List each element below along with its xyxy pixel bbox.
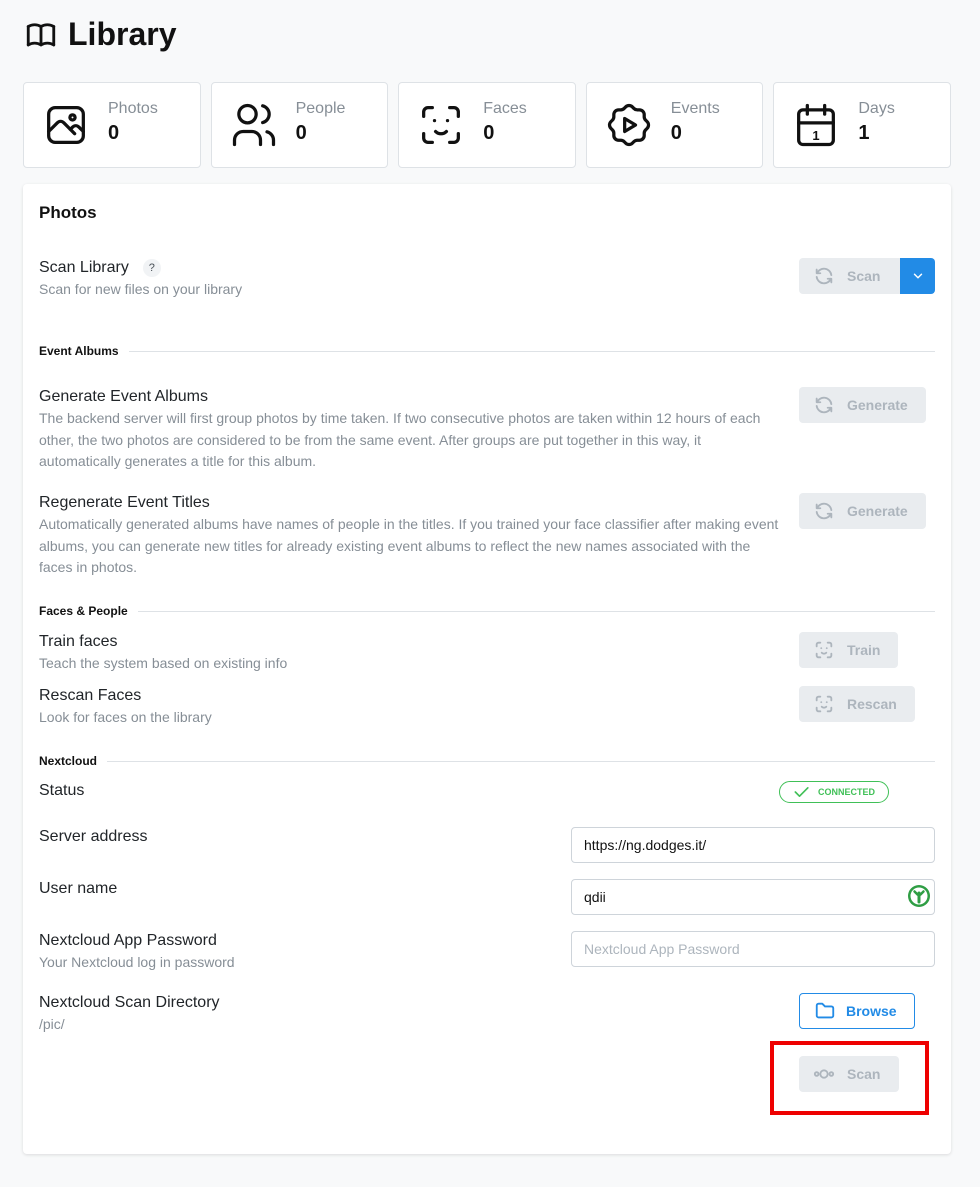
refresh-icon [815, 502, 833, 520]
stat-value: 0 [108, 121, 120, 144]
rosette-play-icon [607, 103, 650, 147]
divider [137, 610, 935, 612]
stat-value: 0 [295, 121, 307, 144]
divider [128, 350, 935, 352]
regenerate-event-titles-button-label: Generate [847, 503, 908, 519]
scan-directory-path: /pic/ [39, 1016, 65, 1032]
rescan-faces-button[interactable]: Rescan [799, 686, 915, 722]
check-icon [794, 787, 809, 798]
password-manager-icon[interactable] [907, 884, 931, 908]
refresh-icon [815, 396, 833, 414]
train-faces-button-label: Train [847, 642, 881, 658]
face-id-icon [422, 106, 461, 144]
train-faces-title: Train faces [39, 633, 118, 650]
generate-event-albums-button-label: Generate [847, 397, 908, 413]
connected-badge: CONNECTED [779, 781, 889, 803]
scan-library-desc: Scan for new files on your library [39, 281, 243, 298]
connected-badge-label: CONNECTED [818, 787, 876, 797]
scan-options-dropdown[interactable] [900, 258, 935, 294]
user-name-title: User name [39, 880, 118, 897]
app-password-row: Nextcloud App Password Your Nextcloud lo… [39, 932, 235, 974]
section-nextcloud-label: Nextcloud [39, 754, 98, 768]
page-title: Library [24, 16, 176, 53]
section-event-albums-label: Event Albums [39, 344, 119, 358]
scan-library-title: Scan Library [39, 259, 129, 277]
stat-label: Photos [108, 99, 158, 117]
regenerate-event-titles-desc: Automatically generated albums have name… [39, 516, 779, 575]
folder-icon [815, 1002, 835, 1019]
photos-settings-card: Photos Scan Library? Scan for new files … [23, 184, 951, 1154]
scan-library-row: Scan Library? Scan for new files on your… [39, 259, 242, 301]
stats-bar: Photos 0 People 0 Faces 0 Events 0 1 Day… [23, 82, 951, 168]
calendar-icon: 1 [797, 103, 836, 147]
app-password-title: Nextcloud App Password [39, 932, 217, 949]
calendar-icon-day: 1 [813, 128, 820, 143]
generate-event-albums-row: Generate Event Albums The backend server… [39, 388, 779, 473]
card-title: Photos [39, 203, 97, 222]
app-password-desc: Your Nextcloud log in password [39, 954, 235, 970]
rescan-faces-row: Rescan Faces Look for faces on the libra… [39, 687, 212, 729]
nextcloud-status-title: Status [39, 782, 85, 799]
stat-days: 1 Days 1 [773, 82, 951, 168]
section-nextcloud: Nextcloud [39, 754, 935, 768]
rescan-faces-title: Rescan Faces [39, 687, 142, 704]
scan-directory-row: Nextcloud Scan Directory /pic/ [39, 994, 220, 1036]
browse-button-label: Browse [846, 1003, 897, 1019]
stat-label: Days [858, 99, 895, 117]
user-name-input[interactable] [571, 879, 935, 915]
stat-label: People [295, 99, 346, 117]
regenerate-event-titles-title: Regenerate Event Titles [39, 494, 210, 511]
app-password-input[interactable] [571, 931, 935, 967]
generate-event-albums-title: Generate Event Albums [39, 388, 208, 405]
page-title-text: Library [68, 16, 177, 52]
train-faces-row: Train faces Teach the system based on ex… [39, 633, 287, 675]
stat-photos: Photos 0 [23, 82, 201, 168]
generate-event-albums-desc: The backend server will first group phot… [39, 410, 761, 469]
stat-people: People 0 [210, 82, 389, 168]
help-icon[interactable]: ? [142, 259, 161, 277]
stat-faces: Faces 0 [398, 82, 576, 168]
section-faces-people: Faces & People [39, 604, 935, 618]
chevron-down-icon [913, 273, 922, 279]
photo-icon [47, 106, 85, 144]
section-event-albums: Event Albums [39, 344, 935, 358]
face-id-icon [815, 641, 833, 659]
server-address-input[interactable] [571, 827, 935, 863]
rescan-faces-desc: Look for faces on the library [39, 709, 212, 725]
scan-library-button[interactable]: Scan [799, 258, 900, 294]
refresh-icon [815, 267, 833, 285]
stat-value: 0 [670, 121, 682, 144]
server-address-title: Server address [39, 828, 148, 845]
stat-label: Events [670, 99, 720, 117]
section-faces-people-label: Faces & People [39, 604, 128, 618]
stat-value: 0 [483, 121, 495, 144]
generate-event-albums-button[interactable]: Generate [799, 387, 926, 423]
divider [107, 760, 935, 762]
browse-button[interactable]: Browse [799, 993, 915, 1029]
regenerate-event-titles-button[interactable]: Generate [799, 493, 926, 529]
rescan-faces-button-label: Rescan [847, 696, 897, 712]
train-faces-button[interactable]: Train [799, 632, 898, 668]
regenerate-event-titles-row: Regenerate Event Titles Automatically ge… [39, 494, 779, 579]
stat-label: Faces [483, 99, 527, 117]
scan-directory-title: Nextcloud Scan Directory [39, 994, 220, 1011]
highlight-box [770, 1041, 929, 1115]
users-icon [232, 103, 275, 147]
face-id-icon [815, 695, 833, 713]
book-icon [26, 22, 56, 46]
train-faces-desc: Teach the system based on existing info [39, 655, 288, 671]
stat-events: Events 0 [585, 82, 764, 168]
stat-value: 1 [858, 121, 870, 144]
scan-library-button-label: Scan [847, 268, 881, 284]
